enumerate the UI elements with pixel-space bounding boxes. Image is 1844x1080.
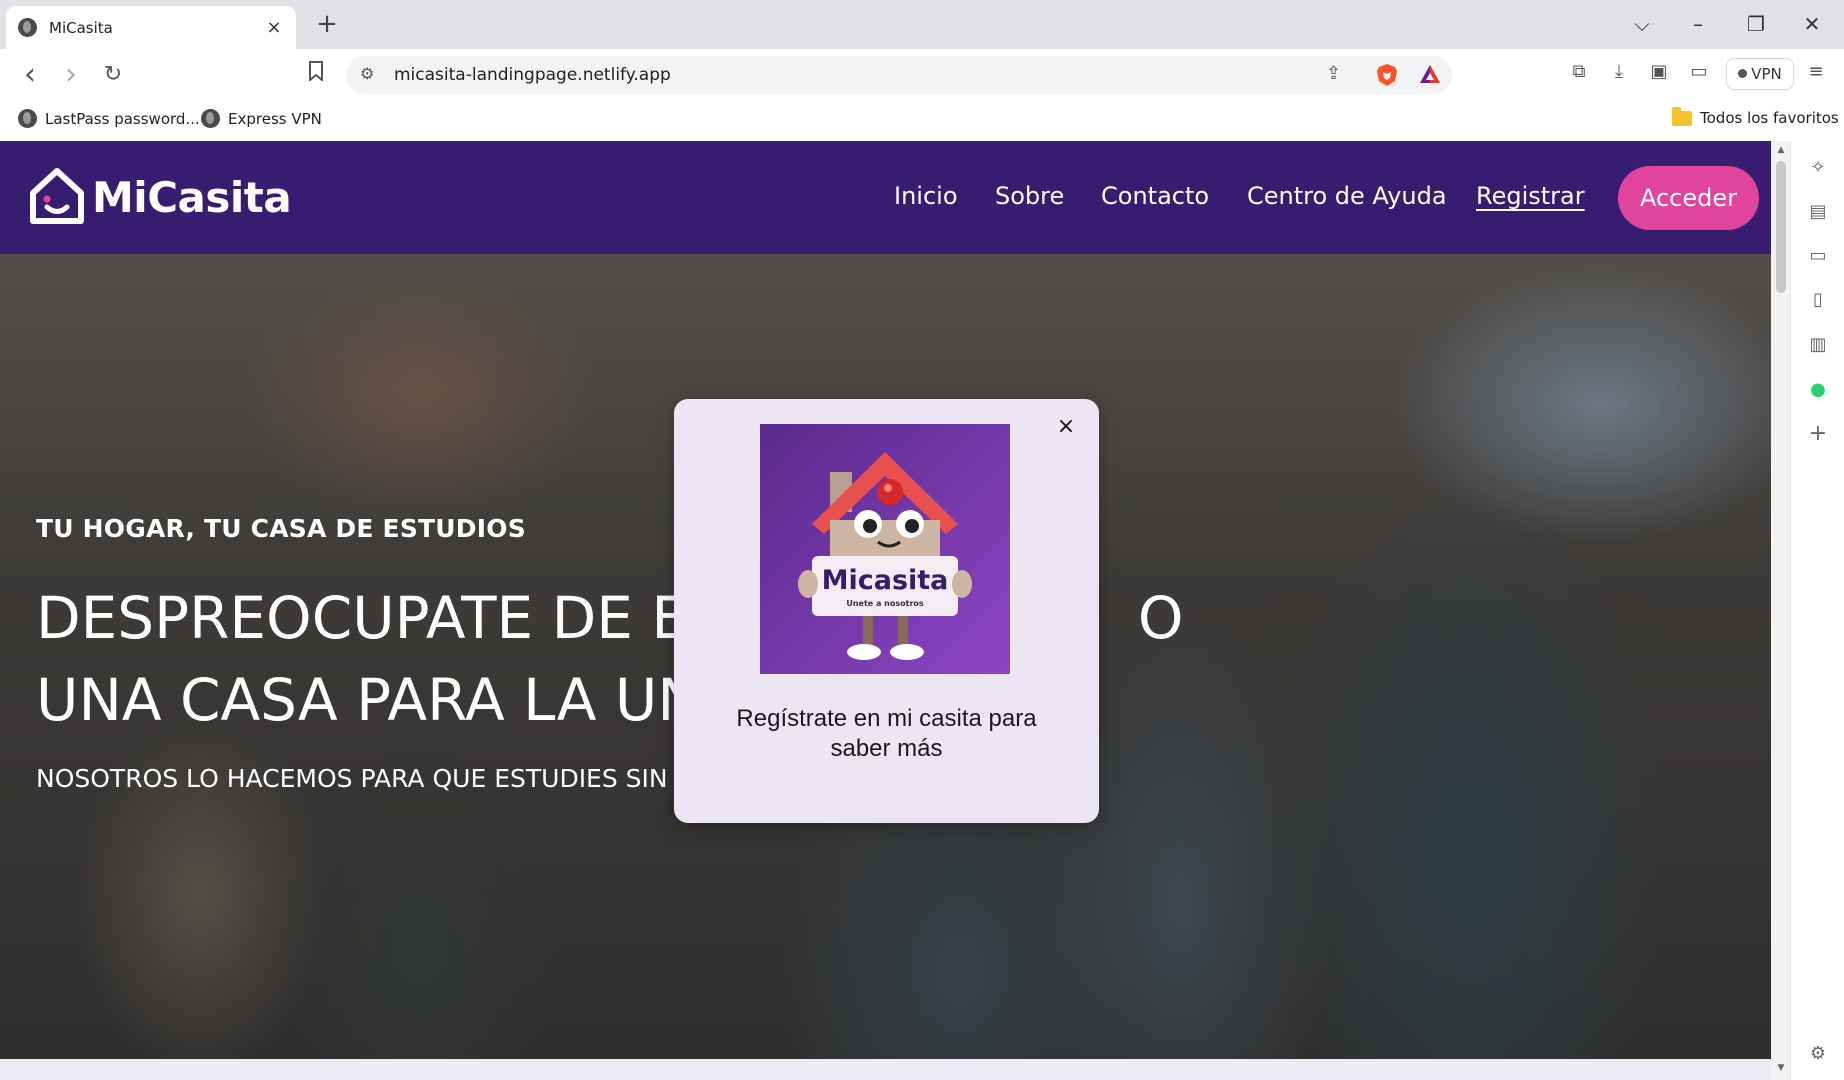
bookmarks-folder[interactable]: Todos los favoritos [1672, 106, 1839, 127]
brave-rewards-icon[interactable] [1418, 63, 1442, 90]
hero-headline-line1-end: O [1137, 584, 1184, 652]
minimize-button[interactable]: – [1676, 8, 1720, 40]
hero-kicker: TU HOGAR, TU CASA DE ESTUDIOS [36, 514, 526, 543]
reading-list-icon[interactable]: ▥ [1807, 334, 1829, 356]
nav-link-inicio[interactable]: Inicio [894, 182, 958, 210]
brand-name: MiCasita [92, 172, 292, 222]
forward-button[interactable]: › [55, 59, 87, 91]
url-text: micasita-landingpage.netlify.app [394, 65, 671, 85]
bookmark-page-icon[interactable] [300, 59, 332, 91]
menu-icon[interactable]: ≡ [1803, 61, 1829, 82]
acceder-button[interactable]: Acceder [1618, 166, 1759, 230]
nav-link-centro-de-ayuda[interactable]: Centro de Ayuda [1247, 182, 1447, 210]
nav-link-registrar[interactable]: Registrar [1476, 182, 1585, 210]
mascot-brand-text: Micasita [822, 565, 949, 596]
scrollbar-thumb[interactable] [1776, 161, 1786, 293]
media-icon[interactable]: ▤ [1807, 201, 1829, 223]
scroll-down-icon[interactable]: ▼ [1774, 1063, 1788, 1073]
tab-title: MiCasita [49, 18, 113, 37]
nav-link-sobre[interactable]: Sobre [995, 182, 1064, 210]
vpn-label: VPN [1751, 65, 1782, 83]
add-panel-icon[interactable]: + [1807, 423, 1829, 445]
browser-side-panel: ✧ ▤ ▭ ▯ ▥ ● + ⚙ [1790, 141, 1844, 1080]
bookmarks-bar: LastPass password... Express VPN Todos l… [0, 101, 1844, 141]
hero-headline-line1: DESPREOCUPATE DE ES [36, 584, 725, 652]
wallet-panel-icon[interactable]: ▭ [1807, 245, 1829, 267]
site-logo[interactable]: MiCasita [28, 167, 292, 227]
page-bottom-strip [0, 1059, 1771, 1080]
brave-shields-icon[interactable] [1376, 63, 1398, 92]
sidebar-toggle-icon[interactable]: ▣ [1646, 61, 1672, 82]
vpn-status-icon [1738, 69, 1748, 78]
site-header: MiCasita Inicio Sobre Contacto Centro de… [0, 141, 1771, 254]
mascot-house-image: Micasita Unete a nosotros [760, 424, 1010, 674]
signup-modal: × Micasita Unete a nosotros Regístrate e… [674, 399, 1099, 823]
bookmark-label: Express VPN [228, 109, 322, 128]
scroll-up-icon[interactable]: ▲ [1774, 145, 1788, 155]
new-tab-button[interactable]: + [312, 10, 342, 40]
tab-close-icon[interactable]: × [264, 17, 284, 38]
restore-button[interactable]: ❐ [1734, 8, 1778, 40]
nav-link-contacto[interactable]: Contacto [1101, 182, 1209, 210]
site-favicon-icon [18, 18, 37, 37]
browser-tab[interactable]: MiCasita × [6, 6, 296, 49]
hero-subline: NOSOTROS LO HACEMOS PARA QUE ESTUDIES SI… [36, 764, 691, 793]
tab-search-dropdown-icon[interactable]: ⌵ [1620, 8, 1664, 40]
mascot-tagline-text: Unete a nosotros [846, 599, 924, 608]
modal-message: Regístrate en mi casita para saber más [736, 705, 1037, 762]
bookmarks-panel-icon[interactable]: ▯ [1807, 289, 1829, 311]
tab-bar: MiCasita × + ⌵ – ❐ ✕ [0, 0, 1844, 49]
bookmarks-folder-label: Todos los favoritos [1700, 109, 1839, 127]
browser-toolbar: ‹ › ↻ ⚙ micasita-landingpage.netlify.app… [0, 49, 1844, 101]
house-smile-icon [30, 168, 84, 224]
page-viewport: MiCasita Inicio Sobre Contacto Centro de… [0, 141, 1771, 1080]
extensions-icon[interactable]: ⧉ [1566, 61, 1592, 82]
folder-icon [1672, 106, 1692, 126]
share-icon[interactable]: ⇪ [1326, 63, 1341, 84]
reload-button[interactable]: ↻ [97, 59, 129, 91]
globe-icon [18, 109, 37, 128]
settings-gear-icon[interactable]: ⚙ [1807, 1043, 1829, 1065]
address-bar[interactable]: ⚙ micasita-landingpage.netlify.app ⇪ [346, 56, 1452, 94]
bookmark-lastpass[interactable]: LastPass password... [18, 109, 200, 128]
close-window-button[interactable]: ✕ [1790, 8, 1834, 40]
site-info-icon[interactable]: ⚙ [360, 64, 374, 83]
downloads-icon[interactable]: ⤓ [1606, 61, 1632, 82]
back-button[interactable]: ‹ [14, 59, 46, 91]
whatsapp-icon[interactable]: ● [1807, 379, 1829, 401]
modal-close-icon[interactable]: × [1054, 415, 1078, 439]
vpn-button[interactable]: VPN [1726, 58, 1794, 90]
leo-ai-icon[interactable]: ✧ [1807, 157, 1829, 179]
wallet-icon[interactable]: ▭ [1686, 61, 1712, 82]
bookmark-label: LastPass password... [45, 109, 200, 128]
globe-icon [201, 109, 220, 128]
bookmark-expressvpn[interactable]: Express VPN [201, 109, 322, 128]
